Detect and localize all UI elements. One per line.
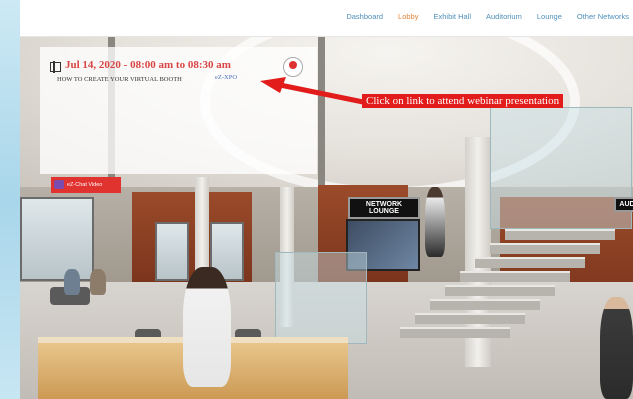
- ceiling-beam: [318, 37, 325, 197]
- receptionist-figure: [183, 267, 231, 387]
- film-icon: [50, 61, 61, 73]
- person-on-stairs: [425, 187, 445, 257]
- network-lounge-sign[interactable]: NETWORK LOUNGE: [348, 197, 420, 219]
- chat-video-icon: [54, 180, 64, 189]
- stair-step: [505, 229, 615, 240]
- annotation-arrow-icon: [260, 77, 369, 106]
- annotation-callout: Click on link to attend webinar presenta…: [362, 94, 564, 108]
- seated-person: [64, 269, 80, 295]
- webinar-link[interactable]: eZ-XPO: [215, 74, 237, 81]
- glass-railing: [275, 252, 367, 344]
- nav-item-other-networks[interactable]: Other Networks: [577, 12, 629, 21]
- chat-video-label: eZ-Chat Video: [67, 182, 103, 188]
- lobby-scene: NETWORK LOUNGE AUD Jul 14, 2020 - 08:00 …: [20, 37, 633, 399]
- webinar-card: Jul 14, 2020 - 08:00 am to 08:30 am HOW …: [40, 47, 317, 174]
- presenter-figure: [600, 297, 633, 399]
- stair-step: [460, 271, 570, 282]
- nav-item-dashboard[interactable]: Dashboard: [346, 12, 383, 21]
- stair-step: [400, 327, 510, 338]
- lobby-window: [20, 197, 94, 281]
- chat-video-button[interactable]: eZ-Chat Video: [51, 177, 121, 193]
- stair-step: [415, 313, 525, 324]
- nav-item-lounge[interactable]: Lounge: [537, 12, 562, 21]
- glass-railing: [490, 107, 632, 229]
- stair-step: [490, 243, 600, 254]
- nav-item-lobby[interactable]: Lobby: [398, 12, 418, 21]
- nav-menu: Dashboard Lobby Exhibit Hall Auditorium …: [346, 12, 629, 21]
- top-navigation: Dashboard Lobby Exhibit Hall Auditorium …: [20, 0, 633, 37]
- seated-person: [90, 269, 106, 295]
- elevator-door: [155, 222, 189, 281]
- nav-item-exhibit-hall[interactable]: Exhibit Hall: [433, 12, 471, 21]
- webinar-date: Jul 14, 2020 - 08:00 am to 08:30 am: [65, 59, 231, 71]
- stair-step: [475, 257, 585, 268]
- stair-step: [430, 299, 540, 310]
- ez-xpo-logo: [283, 57, 303, 77]
- stair-step: [445, 285, 555, 296]
- side-background: [0, 0, 20, 399]
- nav-item-auditorium[interactable]: Auditorium: [486, 12, 522, 21]
- auditorium-sign[interactable]: AUD: [614, 197, 633, 212]
- webinar-title: HOW TO CREATE YOUR VIRTUAL BOOTH: [57, 76, 182, 83]
